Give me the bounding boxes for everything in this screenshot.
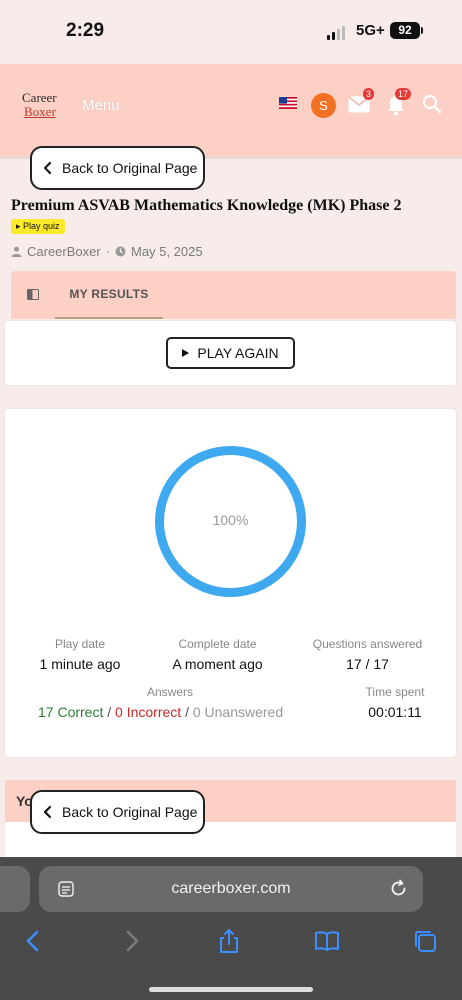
browser-toolbar: careerboxer.com xyxy=(0,857,462,1000)
back-button-label: Back to Original Page xyxy=(62,160,198,176)
score-percent: 100% xyxy=(212,512,249,528)
search-icon[interactable] xyxy=(422,94,442,116)
answers-breakdown: 17 Correct / 0 Incorrect / 0 Unanswered xyxy=(38,704,283,720)
questions-answered-value: 17 / 17 xyxy=(346,656,389,672)
time-spent-label: Time spent xyxy=(365,685,425,699)
results-card: 100% Play date 1 minute ago Complete dat… xyxy=(5,409,456,757)
meta-separator: · xyxy=(105,244,111,259)
play-icon xyxy=(182,349,190,357)
play-again-card: PLAY AGAIN xyxy=(5,321,456,385)
mail-count-badge: 3 xyxy=(363,88,375,100)
quiz-title: Premium ASVAB Mathematics Knowledge (MK)… xyxy=(11,197,402,214)
chevron-left-icon xyxy=(43,161,52,175)
quiz-meta: CareerBoxer · May 5, 2025 xyxy=(11,244,203,259)
play-again-label: PLAY AGAIN xyxy=(197,345,279,361)
answers-slash-1: / xyxy=(107,704,112,720)
forward-arrow-icon[interactable] xyxy=(119,928,145,954)
logo-line-2: Boxer xyxy=(24,104,56,119)
answers-slash-2: / xyxy=(185,704,189,720)
status-time: 2:29 xyxy=(66,20,105,41)
battery-icon: 92 xyxy=(390,22,420,39)
back-button-label: Back to Original Page xyxy=(62,804,198,820)
play-date-label: Play date xyxy=(54,637,106,651)
sidebar-toggle-icon[interactable] xyxy=(27,289,39,300)
back-to-original-button-bottom[interactable]: Back to Original Page xyxy=(30,790,205,834)
us-flag-icon[interactable] xyxy=(279,97,297,109)
time-spent-value: 00:01:11 xyxy=(368,704,422,720)
signal-icon xyxy=(327,26,345,40)
logo-line-1: Career xyxy=(22,90,57,105)
bookmarks-icon[interactable] xyxy=(314,928,340,954)
share-icon[interactable] xyxy=(216,928,242,954)
chevron-left-icon xyxy=(43,805,52,819)
complete-date-value: A moment ago xyxy=(172,656,263,672)
unanswered-count: 0 Unanswered xyxy=(192,704,284,720)
address-bar[interactable]: careerboxer.com xyxy=(39,866,423,912)
tabs-icon[interactable] xyxy=(412,928,438,954)
correct-count: 17 Correct xyxy=(38,704,104,720)
complete-date-label: Complete date xyxy=(178,637,257,651)
status-bar: 2:29 5G+ 92 xyxy=(0,0,462,64)
avatar[interactable]: S xyxy=(311,93,336,118)
clock-icon xyxy=(115,246,126,257)
menu-link[interactable]: Menu xyxy=(82,97,120,114)
network-type: 5G+ xyxy=(356,22,385,39)
battery-tip xyxy=(421,27,423,34)
quiz-date: May 5, 2025 xyxy=(131,244,203,259)
incorrect-count: 0 Incorrect xyxy=(115,704,182,720)
play-date-value: 1 minute ago xyxy=(39,656,121,672)
play-again-button[interactable]: PLAY AGAIN xyxy=(166,337,295,369)
quiz-author[interactable]: CareerBoxer xyxy=(27,244,101,259)
reload-icon[interactable] xyxy=(389,879,408,898)
logo[interactable]: Career Boxer xyxy=(22,91,57,119)
tab-my-results[interactable]: MY RESULTS xyxy=(55,271,163,319)
back-to-original-button[interactable]: Back to Original Page xyxy=(30,146,205,190)
notification-count-badge: 17 xyxy=(395,88,412,100)
user-icon xyxy=(11,246,22,257)
answers-label: Answers xyxy=(146,685,193,699)
site-header: Career Boxer Menu S 3 17 xyxy=(0,64,462,159)
play-quiz-tag-label: Play quiz xyxy=(23,221,60,231)
back-arrow-icon[interactable] xyxy=(20,928,46,954)
home-indicator xyxy=(149,987,313,992)
questions-answered-label: Questions answered xyxy=(312,637,423,651)
results-tab-bar: MY RESULTS xyxy=(11,271,456,319)
play-quiz-tag[interactable]: ▸ Play quiz xyxy=(11,219,65,234)
previous-tab-peek[interactable] xyxy=(0,866,30,912)
url-text: careerboxer.com xyxy=(171,880,291,897)
